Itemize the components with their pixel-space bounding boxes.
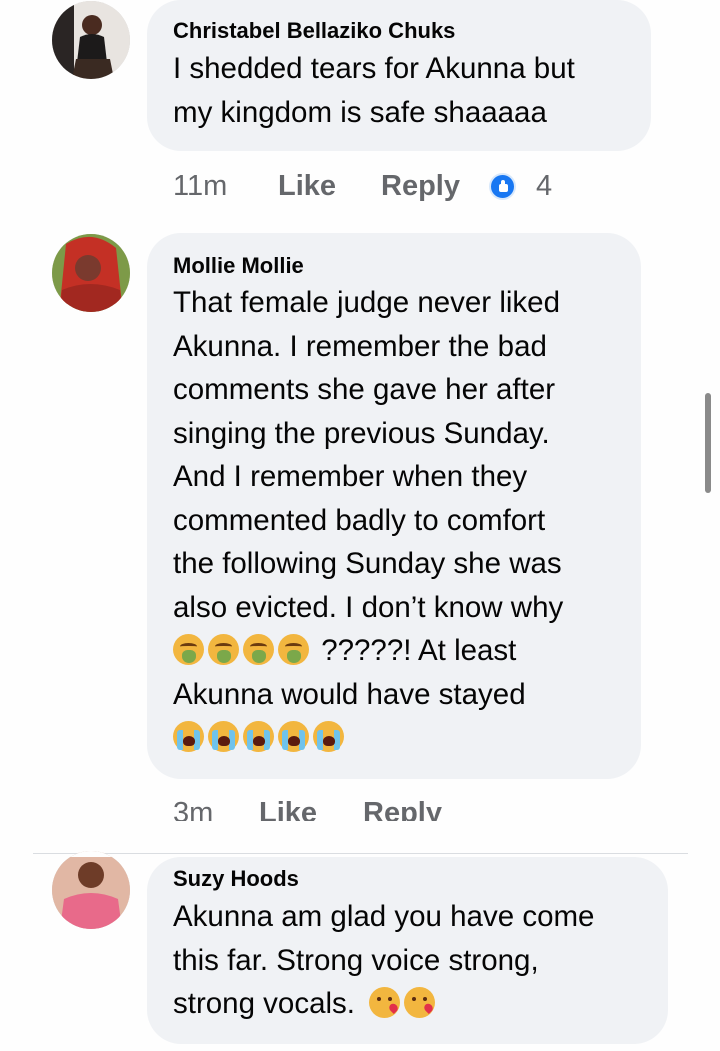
comment-text-fragment: ?????! At least [321,634,517,667]
kissing-face-icon [369,987,401,1018]
like-reaction-icon[interactable] [489,173,516,200]
crying-face-icon [313,721,344,752]
nauseated-face-icon [208,634,239,665]
comment-time[interactable]: 11m [173,170,227,203]
like-button[interactable]: Like [259,797,317,821]
comment-bubble: Mollie Mollie That female judge never li… [147,233,641,779]
avatar-suzy[interactable] [52,851,130,929]
avatar-christabel[interactable] [52,1,130,79]
reply-button[interactable]: Reply [363,797,442,821]
comment-actions: 11m Like Reply 4 [173,170,593,204]
divider [33,853,688,854]
comment-text: Akunna am glad you have come this far. S… [173,900,595,1020]
comment-text: That female judge never liked Akunna. I … [173,281,615,760]
crying-face-icon [278,721,309,752]
scrollbar[interactable] [705,393,711,493]
nauseated-face-icon [243,634,274,665]
avatar-mollie[interactable] [52,234,130,312]
comment-author[interactable]: Mollie Mollie [173,253,615,279]
comment-bubble: Christabel Bellaziko Chuks I shedded tea… [147,0,651,151]
crying-face-icon [173,721,204,752]
comment-author[interactable]: Christabel Bellaziko Chuks [173,18,625,44]
reply-button[interactable]: Reply [381,170,460,203]
comment-time[interactable]: 3m [173,797,213,821]
kissing-face-icon [404,987,436,1018]
crying-face-icon [243,721,274,752]
comment-text-fragment: strong vocals. [173,987,355,1020]
like-button[interactable]: Like [278,170,336,203]
comment-text: I shedded tears for Akunna but my kingdo… [173,52,575,129]
comment-bubble: Suzy Hoods Akunna am glad you have come … [147,857,668,1044]
reaction-count[interactable]: 4 [536,170,552,203]
nauseated-face-icon [173,634,204,665]
comment-author[interactable]: Suzy Hoods [173,866,642,892]
crying-face-icon [208,721,239,752]
nauseated-face-icon [278,634,309,665]
comment-actions: 3m Like Reply [173,797,493,821]
